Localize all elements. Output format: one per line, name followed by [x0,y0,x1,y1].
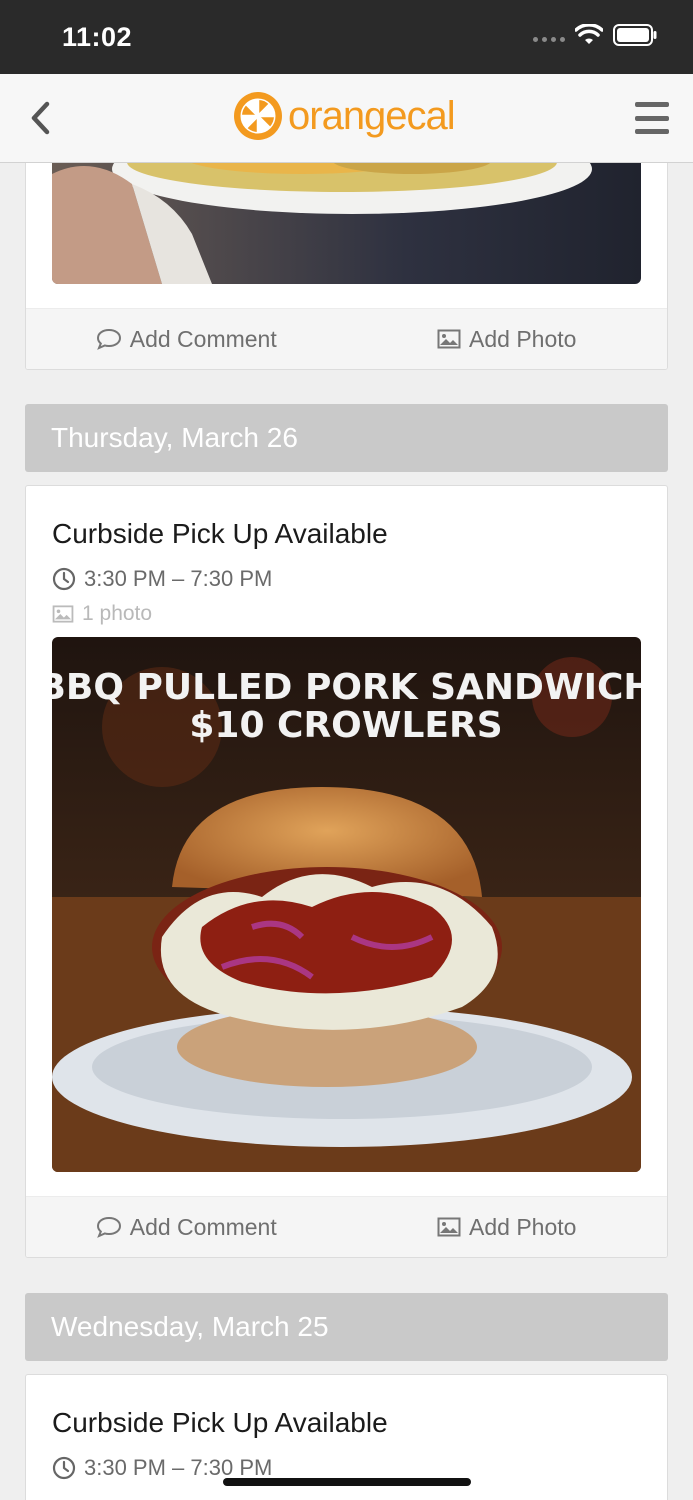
comment-icon [96,328,121,350]
event-time-text: 3:30 PM – 7:30 PM [84,566,273,591]
add-comment-label: Add Comment [129,325,277,352]
event-card: Curbside Pick Up Available 3:30 PM – 7:3… [25,485,668,1258]
add-photo-label: Add Photo [469,325,577,352]
add-photo-button[interactable]: Add Photo [347,1197,668,1257]
date-header: Thursday, March 26 [25,404,668,472]
image-icon [437,1217,461,1237]
cellular-signal-icon [533,36,565,42]
add-comment-button[interactable]: Add Comment [26,1197,347,1257]
app-logo[interactable]: orangecal [232,90,456,142]
event-title[interactable]: Curbside Pick Up Available [52,1407,641,1439]
event-card: Add Comment Add Photo [25,163,668,370]
event-actions: Add Comment Add Photo [26,1196,667,1257]
battery-icon [613,24,657,46]
date-header: Wednesday, March 25 [25,1293,668,1361]
logo-text: orangecal [288,94,456,138]
orange-slice-icon [234,92,282,140]
add-photo-label: Add Photo [469,1213,577,1240]
home-indicator[interactable] [223,1478,471,1486]
status-bar: 11:02 [0,0,693,74]
event-photo[interactable]: BBQ PULLED PORK SANDWICH $10 CROWLERS [52,637,641,1172]
event-time: 3:30 PM – 7:30 PM [52,566,641,592]
status-time: 11:02 [62,22,133,52]
event-title[interactable]: Curbside Pick Up Available [52,518,641,550]
image-icon [52,605,74,623]
add-photo-button[interactable]: Add Photo [347,309,668,369]
chevron-left-icon [31,101,50,135]
add-comment-label: Add Comment [129,1213,277,1240]
bbq-sandwich-photo: BBQ PULLED PORK SANDWICH $10 CROWLERS [52,637,641,1172]
food-plate-photo [52,163,641,284]
image-icon [437,329,461,349]
event-feed[interactable]: Add Comment Add Photo Thursday, March 26… [0,163,693,1500]
nav-bar: orangecal [0,74,693,163]
menu-button[interactable] [635,100,669,136]
add-comment-button[interactable]: Add Comment [26,309,347,369]
status-icons [533,24,657,46]
photo-caption-line-2: $10 CROWLERS [189,705,502,746]
photo-count: 1 photo [52,602,641,626]
event-photo[interactable] [52,163,641,284]
photo-caption-line-1: BBQ PULLED PORK SANDWICH [52,667,641,708]
clock-icon [52,1456,76,1480]
event-actions: Add Comment Add Photo [26,308,667,369]
comment-icon [96,1216,121,1238]
photo-count-text: 1 photo [82,602,153,625]
wifi-icon [575,24,603,44]
back-button[interactable] [20,96,60,140]
clock-icon [52,567,76,591]
